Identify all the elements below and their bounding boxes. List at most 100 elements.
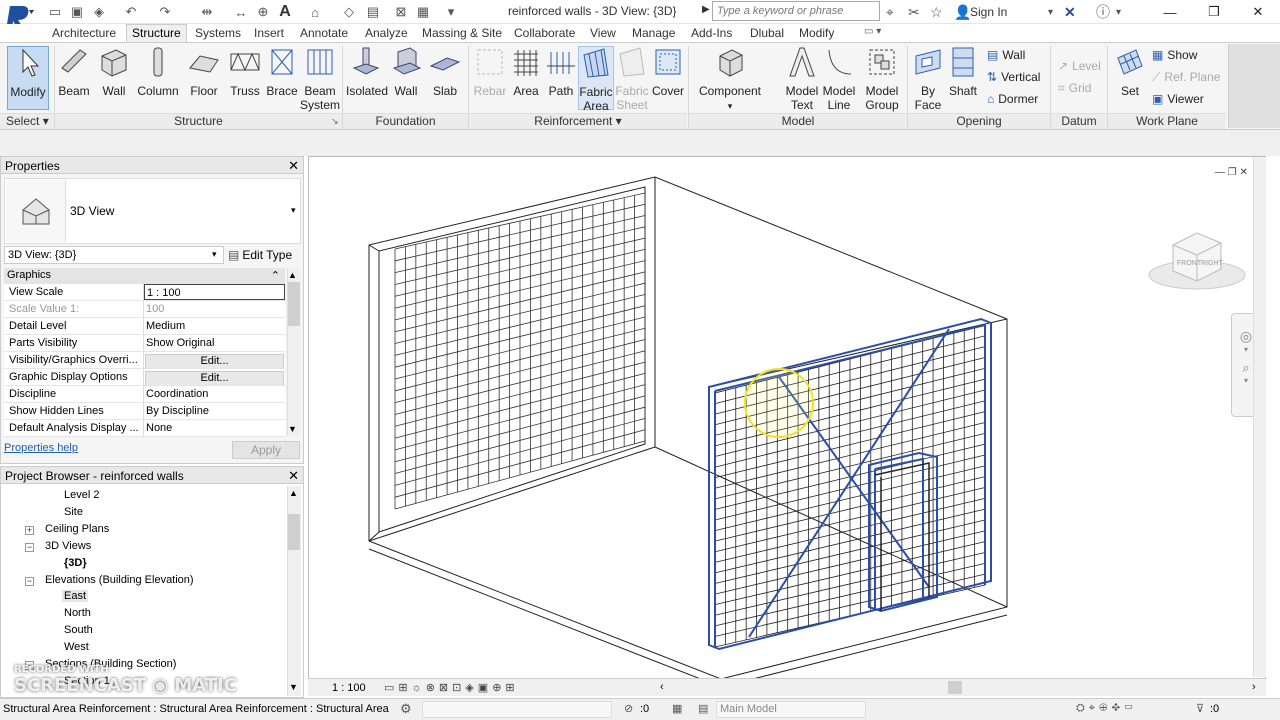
scroll-down-icon[interactable]: ▼: [289, 682, 298, 692]
thin-lines-icon[interactable]: ▤: [364, 3, 382, 21]
expand-toggle-icon[interactable]: +: [25, 526, 34, 535]
tab-massing-site[interactable]: Massing & Site: [422, 24, 502, 42]
viewer-button[interactable]: ▣ Viewer: [1152, 89, 1204, 109]
structure-settings-icon[interactable]: ↘: [331, 116, 339, 127]
ribbon-minimize-icon[interactable]: ▭ ▾: [864, 24, 881, 42]
analysis-display-value[interactable]: None: [144, 420, 285, 436]
tag-icon[interactable]: ⊕: [254, 3, 272, 21]
view-control-icons[interactable]: ▭⊞☼⊗⊠⊡◈▣⊕⊞: [384, 681, 519, 694]
tab-view[interactable]: View: [590, 24, 616, 42]
instance-filter-dropdown-icon[interactable]: ▾: [212, 249, 217, 260]
3d-viewport[interactable]: — ❐ ✕ FRONT RIGHT ◎ ▾ ⌕ ▾: [308, 156, 1266, 696]
type-dropdown-icon[interactable]: ▾: [291, 205, 296, 216]
tab-analyze[interactable]: Analyze: [365, 24, 408, 42]
tab-collaborate[interactable]: Collaborate: [514, 24, 575, 42]
measure-icon[interactable]: ⇹: [198, 3, 216, 21]
qat-dropdown-icon[interactable]: ▾: [442, 3, 460, 21]
tree-node-elevations[interactable]: Elevations (Building Elevation): [45, 574, 194, 586]
user-icon[interactable]: 👤: [954, 3, 971, 21]
beam-system-button[interactable]: Beam System: [300, 46, 340, 112]
ref-plane-button[interactable]: ⟋ Ref. Plane: [1152, 67, 1220, 87]
collapse-toggle-icon[interactable]: −: [25, 543, 34, 552]
3d-view-icon[interactable]: ⌂: [306, 3, 324, 21]
filter-icon[interactable]: ⊽: [1196, 702, 1204, 715]
fabric-area-button[interactable]: Fabric Area: [578, 46, 614, 113]
cover-button[interactable]: Cover: [648, 46, 688, 110]
truss-button[interactable]: Truss: [225, 46, 265, 110]
redo-icon[interactable]: ↷: [156, 3, 174, 21]
close-hidden-icon[interactable]: ⊠: [392, 3, 410, 21]
show-workplane-button[interactable]: ▦ Show: [1152, 45, 1197, 65]
worksets-icon[interactable]: ⚙: [400, 701, 412, 717]
workset-select[interactable]: [422, 701, 612, 718]
design-options-icon[interactable]: ▦: [672, 702, 682, 715]
sign-in-button[interactable]: Sign In: [970, 5, 1007, 19]
hidden-lines-value[interactable]: By Discipline: [144, 403, 285, 419]
search-expand-icon[interactable]: ▶: [702, 4, 710, 15]
reinforcement-panel-label[interactable]: Reinforcement ▾: [469, 113, 687, 129]
view-scrollbar-vertical[interactable]: [1253, 157, 1266, 677]
minimize-button[interactable]: —: [1148, 0, 1192, 24]
save-icon[interactable]: ▣: [68, 3, 86, 21]
tree-node-east[interactable]: East: [62, 590, 89, 602]
tree-node-ceiling-plans[interactable]: Ceiling Plans: [45, 523, 109, 535]
discipline-value[interactable]: Coordination: [144, 386, 285, 402]
graphic-display-edit-button[interactable]: Edit...: [145, 371, 284, 385]
by-face-button[interactable]: By Face: [908, 46, 948, 112]
binoculars-icon[interactable]: ⌖: [886, 3, 894, 21]
wall-button[interactable]: Wall: [94, 46, 134, 110]
tree-node-level-2[interactable]: Level 2: [64, 489, 99, 501]
path-reinforcement-button[interactable]: Path: [541, 46, 581, 110]
search-input[interactable]: Type a keyword or phrase: [712, 1, 880, 21]
apply-button[interactable]: Apply: [232, 441, 300, 459]
area-reinforcement-button[interactable]: Area: [506, 46, 546, 110]
properties-help-link[interactable]: Properties help: [4, 442, 78, 454]
grid-button[interactable]: ⌗ Grid: [1058, 78, 1091, 98]
shaft-button[interactable]: Shaft: [943, 46, 983, 110]
scroll-thumb[interactable]: [288, 514, 300, 550]
beam-button[interactable]: Beam: [54, 46, 94, 110]
parts-visibility-value[interactable]: Show Original: [144, 335, 285, 351]
tree-node-west[interactable]: West: [64, 641, 89, 653]
model-group-button[interactable]: Model Group: [862, 46, 902, 112]
dormer-opening-button[interactable]: ⌂ Dormer: [987, 89, 1038, 109]
close-button[interactable]: ✕: [1236, 0, 1280, 24]
vertical-opening-button[interactable]: ⇅ Vertical: [987, 67, 1040, 87]
model-text-button[interactable]: Model Text: [782, 46, 822, 112]
open-icon[interactable]: ▭: [46, 3, 64, 21]
tab-systems[interactable]: Systems: [195, 24, 241, 42]
switch-windows-icon[interactable]: ▦: [414, 3, 432, 21]
scroll-up-icon[interactable]: ▲: [288, 270, 297, 280]
slab-foundation-button[interactable]: Slab: [425, 46, 465, 110]
tab-add-ins[interactable]: Add-Ins: [691, 24, 732, 42]
select-panel-label[interactable]: Select ▾: [0, 113, 54, 129]
graphics-group-header[interactable]: Graphics ⌃: [4, 268, 285, 284]
vg-edit-button[interactable]: Edit...: [145, 354, 284, 368]
scroll-right-icon[interactable]: ›: [1252, 681, 1256, 693]
design-option-select[interactable]: Main Model: [716, 701, 866, 718]
editable-only-icon[interactable]: ⊘: [624, 702, 633, 715]
favorites-star-icon[interactable]: ☆: [930, 3, 943, 21]
fabric-sheet-button[interactable]: Fabric Sheet: [614, 46, 650, 112]
detail-level-value[interactable]: Medium: [144, 318, 285, 334]
selection-filter-icons[interactable]: ⛭⌖⊕✥▭: [1076, 702, 1137, 715]
tree-node-site[interactable]: Site: [64, 506, 83, 518]
instance-filter-select[interactable]: 3D View: {3D}: [4, 246, 224, 264]
isolated-foundation-button[interactable]: Isolated: [346, 46, 388, 110]
component-button[interactable]: Component ▾: [696, 46, 764, 111]
help-dropdown-icon[interactable]: ▾: [1116, 3, 1121, 21]
edit-type-button[interactable]: ▤ Edit Type: [228, 246, 300, 264]
help-icon[interactable]: ⓘ: [1096, 3, 1110, 21]
wall-foundation-button[interactable]: Wall: [386, 46, 426, 110]
view-scale-label[interactable]: 1 : 100: [332, 682, 366, 694]
rebar-button[interactable]: Rebar: [470, 46, 510, 110]
tree-node-north[interactable]: North: [64, 607, 91, 619]
model-line-button[interactable]: Model Line: [819, 46, 859, 112]
set-workplane-button[interactable]: Set: [1110, 46, 1150, 110]
sync-icon[interactable]: ◈: [90, 3, 108, 21]
scroll-left-icon[interactable]: ‹: [660, 681, 664, 693]
scroll-down-icon[interactable]: ▼: [288, 424, 297, 434]
column-button[interactable]: Column: [136, 46, 180, 110]
dimension-icon[interactable]: ↔: [232, 3, 250, 21]
maximize-button[interactable]: ❐: [1192, 0, 1236, 24]
